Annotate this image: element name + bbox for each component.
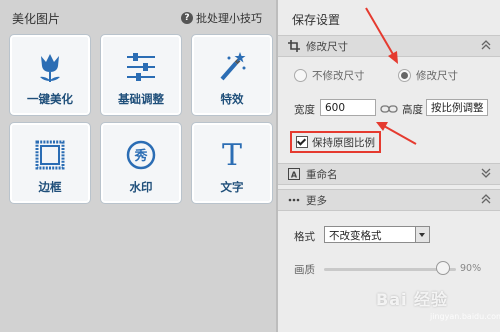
width-input[interactable]: 600	[320, 99, 376, 116]
tile-label: 水印	[129, 180, 153, 194]
left-panel: 美化图片 ? 批处理小技巧 一键美化 基础调整 特效 边框 秀 水印 T 文字	[0, 0, 276, 332]
link-chain-icon[interactable]	[380, 104, 398, 114]
resize-section-label: 修改尺寸	[306, 41, 348, 53]
tile-frame[interactable]: 边框	[9, 122, 91, 204]
more-section-label: 更多	[306, 195, 327, 207]
svg-text:A: A	[291, 171, 298, 180]
radio-button[interactable]	[294, 69, 307, 82]
tile-effects[interactable]: 特效	[191, 34, 273, 116]
height-label: 高度	[402, 104, 423, 116]
height-input[interactable]: 按比例调整	[426, 99, 488, 116]
quality-value: 90%	[460, 263, 482, 274]
width-label: 宽度	[294, 104, 315, 116]
help-icon: ?	[181, 12, 193, 24]
chevron-up-icon[interactable]	[480, 193, 492, 205]
save-settings-title: 保存设置	[292, 13, 341, 27]
tile-label: 基础调整	[118, 92, 164, 106]
radio-modify-size[interactable]: 修改尺寸	[398, 68, 458, 83]
frame-icon	[10, 135, 90, 175]
tile-watermark[interactable]: 秀 水印	[100, 122, 182, 204]
dropdown-arrow-icon[interactable]	[415, 227, 429, 242]
stamp-icon: 秀	[101, 135, 181, 175]
tile-text[interactable]: T 文字	[191, 122, 273, 204]
svg-text:秀: 秀	[133, 148, 148, 164]
chevron-down-icon[interactable]	[480, 167, 492, 179]
rename-icon: A	[288, 168, 300, 180]
batch-tips-link[interactable]: ? 批处理小技巧	[181, 10, 262, 26]
radio-keep-size[interactable]: 不修改尺寸	[294, 68, 365, 83]
more-section-header[interactable]: 更多	[278, 189, 500, 211]
quality-slider-thumb[interactable]	[435, 261, 450, 275]
annotation-arrow	[376, 122, 417, 145]
radio-keep-size-label: 不修改尺寸	[312, 70, 365, 82]
rename-section-header[interactable]: A 重命名	[278, 163, 500, 185]
chevron-up-icon[interactable]	[480, 39, 492, 51]
format-select-value: 不改变格式	[329, 230, 382, 242]
format-select[interactable]: 不改变格式	[324, 226, 430, 243]
crop-icon	[288, 40, 300, 52]
radio-modify-size-label: 修改尺寸	[416, 70, 458, 82]
keep-ratio-checkbox[interactable]: 保持原图比例	[290, 131, 381, 153]
radio-button-selected[interactable]	[398, 69, 411, 82]
tile-label: 特效	[220, 92, 244, 106]
left-panel-title: 美化图片	[12, 12, 61, 26]
watermark-url: jingyan.baidu.com	[430, 312, 500, 321]
rename-section-label: 重命名	[306, 169, 338, 181]
tile-one-click-beautify[interactable]: 一键美化	[9, 34, 91, 116]
quality-label: 画质	[294, 264, 315, 276]
tile-basic-adjust[interactable]: 基础调整	[100, 34, 182, 116]
tile-label: 边框	[38, 180, 62, 194]
watermark: Bai 经验	[376, 290, 449, 309]
svg-text:T: T	[222, 139, 242, 171]
more-dots-icon	[288, 194, 300, 206]
tile-label: 一键美化	[27, 92, 73, 106]
checkbox-checked[interactable]	[296, 136, 308, 148]
format-label: 格式	[294, 231, 315, 243]
tulip-icon	[10, 47, 90, 87]
magic-wand-icon	[192, 47, 272, 87]
text-icon: T	[192, 135, 272, 175]
keep-ratio-label: 保持原图比例	[312, 136, 375, 149]
batch-tips-label: 批处理小技巧	[196, 12, 262, 25]
tile-label: 文字	[220, 180, 244, 194]
annotation-arrow	[365, 7, 398, 64]
sliders-icon	[101, 47, 181, 87]
